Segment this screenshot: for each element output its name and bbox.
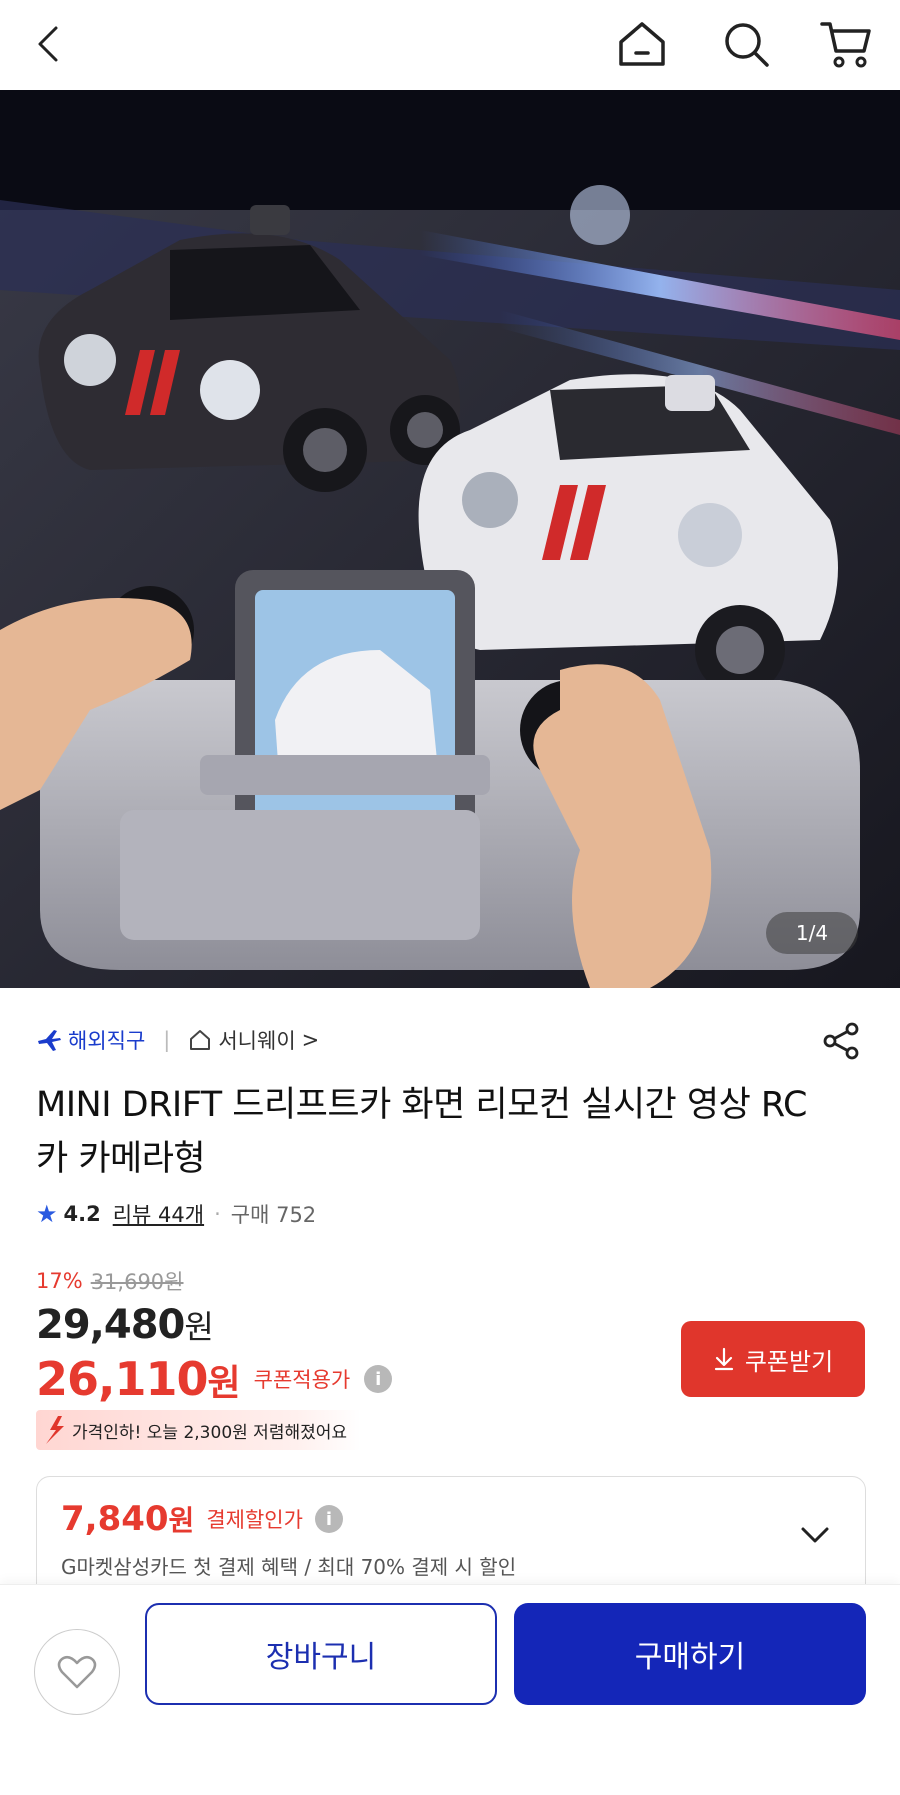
coupon-price-number: 26,110: [36, 1352, 209, 1406]
original-price: 31,690원: [90, 1270, 184, 1294]
home-icon[interactable]: [612, 14, 672, 74]
payment-discount-number: 7,840: [61, 1499, 169, 1539]
price-drop-arrow-icon: [46, 1416, 64, 1444]
info-icon[interactable]: i: [364, 1365, 393, 1393]
chevron-right-icon: >: [301, 1028, 320, 1052]
gallery-page-counter: 1/4: [766, 912, 858, 954]
product-photo: [0, 90, 900, 988]
airplane-icon: [38, 1030, 61, 1051]
download-coupon-button[interactable]: 쿠폰받기: [681, 1321, 865, 1397]
wishlist-button[interactable]: [34, 1629, 120, 1715]
rating-row: ★ 4.2 리뷰 44개 · 구매 752: [36, 1196, 316, 1232]
discount-rate: 17%: [36, 1269, 83, 1293]
info-icon[interactable]: i: [314, 1505, 343, 1533]
price-drop-text: 가격인하! 오늘 2,300원 저렴해졌어요: [72, 1422, 348, 1443]
payment-discount-description: G마켓삼성카드 첫 결제 혜택 / 최대 70% 결제 시 할인: [61, 1555, 517, 1579]
discount-row: 17% 31,690원: [36, 1266, 184, 1296]
seller-shop-link[interactable]: 서니웨이 >: [188, 1025, 319, 1055]
top-navigation-bar: [0, 0, 900, 90]
chevron-left-icon[interactable]: [20, 14, 80, 74]
shop-home-icon: [190, 1030, 211, 1050]
star-icon: ★: [36, 1200, 58, 1228]
payment-discount-price: 7,840원: [61, 1499, 194, 1539]
coupon-price: 26,110원: [36, 1352, 241, 1406]
payment-discount-label: 결제할인가: [206, 1508, 303, 1532]
review-count-link[interactable]: 리뷰 44개: [113, 1199, 204, 1229]
separator-dot: ·: [214, 1202, 221, 1226]
search-icon[interactable]: [716, 14, 776, 74]
coupon-price-label: 쿠폰적용가: [253, 1368, 351, 1392]
price-drop-tag: 가격인하! 오늘 2,300원 저렴해졌어요: [36, 1410, 362, 1450]
product-image-gallery[interactable]: [0, 90, 900, 988]
coupon-price-row: 26,110원 쿠폰적용가 i: [36, 1352, 393, 1406]
purchase-count: 구매 752: [230, 1203, 317, 1227]
divider: |: [163, 1028, 171, 1052]
cart-icon[interactable]: [816, 14, 876, 74]
payment-discount-price-row: 7,840원 결제할인가 i: [61, 1499, 343, 1539]
product-title: MINI DRIFT 드리프트카 화면 리모컨 실시간 영상 RC카 카메라형: [36, 1085, 807, 1179]
price-drop-notice: 가격인하! 오늘 2,300원 저렴해졌어요: [36, 1410, 362, 1450]
share-icon[interactable]: [818, 1018, 864, 1064]
rating-score: 4.2: [63, 1202, 101, 1226]
buy-now-button[interactable]: 구매하기: [514, 1603, 866, 1705]
seller-shop-name: 서니웨이: [218, 1029, 296, 1053]
coupon-price-unit: 원: [207, 1363, 241, 1404]
chevron-down-icon[interactable]: [795, 1515, 835, 1555]
payment-discount-unit: 원: [168, 1504, 195, 1537]
add-to-cart-button[interactable]: 장바구니: [145, 1603, 497, 1705]
seller-row: 해외직구 | 서니웨이 >: [36, 1020, 319, 1060]
bottom-action-bar: 장바구니 구매하기: [0, 1584, 900, 1795]
sale-price: 29,480원: [36, 1302, 214, 1348]
sale-price-number: 29,480: [36, 1302, 185, 1348]
sale-price-unit: 원: [184, 1308, 213, 1346]
overseas-direct-badge[interactable]: 해외직구: [36, 1025, 145, 1055]
download-icon: [714, 1347, 733, 1371]
overseas-direct-label: 해외직구: [68, 1029, 146, 1053]
heart-icon: [57, 1655, 97, 1689]
download-coupon-label: 쿠폰받기: [744, 1348, 834, 1376]
